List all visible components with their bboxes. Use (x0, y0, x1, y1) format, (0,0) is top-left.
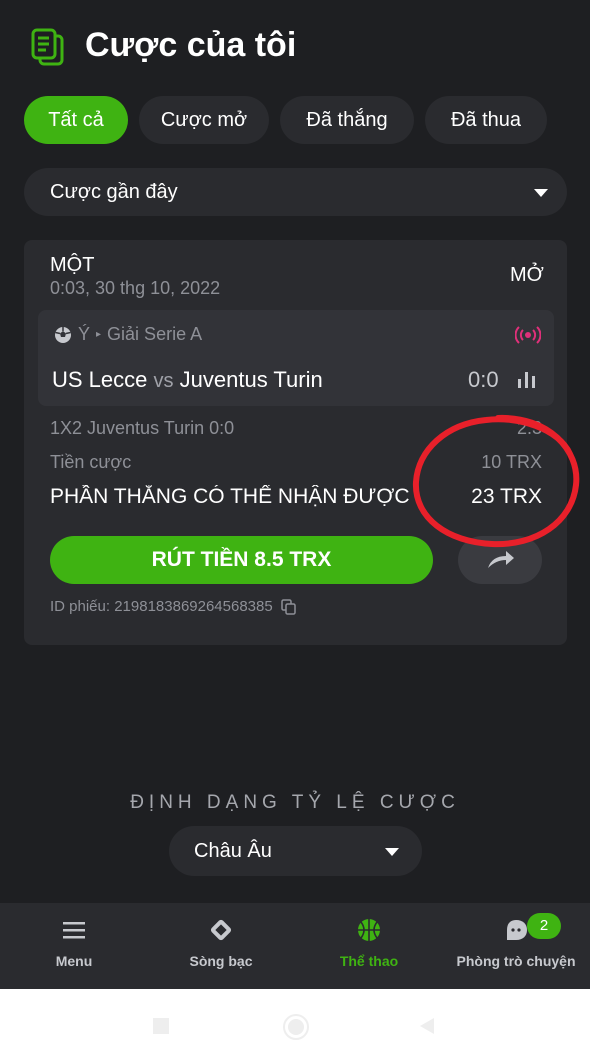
odds-format-title: ĐỊNH DẠNG TỶ LỆ CƯỢC (130, 792, 460, 813)
cashout-button[interactable]: RÚT TIỀN 8.5 TRX (50, 536, 433, 584)
tab-open-bets[interactable]: Cược mở (139, 96, 269, 144)
recent-apps-icon[interactable] (150, 1015, 172, 1037)
ticket-id: ID phiếu: 2198183869264568385 (50, 598, 273, 615)
caret-down-icon (385, 848, 399, 856)
nav-menu[interactable]: Menu (0, 917, 148, 969)
vs-label: vs (153, 370, 174, 392)
caret-down-icon (534, 189, 548, 197)
bet-datetime: 0:03, 30 thg 10, 2022 (50, 278, 221, 298)
nav-sports[interactable]: Thể thao (295, 917, 443, 969)
nav-label: Sòng bạc (189, 953, 253, 969)
match-score: 0:0 (468, 367, 499, 392)
league-name: Giải Serie A (107, 324, 203, 344)
tab-all[interactable]: Tất cả (24, 96, 128, 144)
document-icon (31, 28, 64, 66)
selection-label: 1X2 Juventus Turin 0:0 (50, 418, 235, 438)
dropdown-label: Cược gần đây (50, 181, 178, 203)
league-row: Ý ▸ Giải Serie A (54, 324, 202, 345)
home-team: US Lecce (52, 367, 148, 392)
live-broadcast-icon (515, 326, 541, 344)
system-nav-bar (0, 989, 590, 1060)
away-team: Juventus Turin (179, 367, 323, 392)
stats-bars-icon[interactable] (517, 370, 537, 388)
tab-won[interactable]: Đã thắng (280, 96, 414, 144)
basketball-icon (358, 919, 380, 941)
odds-format-value: Châu Âu (194, 840, 272, 862)
stake-label: Tiền cược (50, 452, 132, 472)
copy-icon[interactable] (280, 598, 297, 615)
nav-chat[interactable]: Phòng trò chuyện (442, 917, 590, 969)
nav-label: Menu (55, 953, 93, 969)
recent-bets-dropdown[interactable]: Cược gần đây (24, 168, 567, 216)
chat-badge: 2 (527, 913, 561, 939)
league-country: Ý (78, 324, 91, 344)
casino-icon (210, 919, 232, 941)
home-icon[interactable] (282, 1013, 310, 1041)
nav-label: Phòng trò chuyện (456, 953, 576, 969)
bet-type: MỘT (50, 254, 95, 276)
chevron-right-icon: ▸ (96, 329, 102, 340)
bet-status: MỞ (510, 264, 544, 286)
menu-icon (63, 922, 85, 939)
match-teams: US Lecce vs Juventus Turin (52, 367, 323, 393)
ticket-id-row: ID phiếu: 2198183869264568385 (50, 598, 297, 615)
nav-label: Thể thao (339, 953, 399, 969)
back-icon[interactable] (416, 1015, 438, 1037)
chat-icon (507, 920, 527, 940)
highlight-circle (412, 414, 580, 548)
soccer-ball-icon (55, 326, 71, 343)
tab-lost[interactable]: Đã thua (425, 96, 547, 144)
odds-format-select[interactable]: Châu Âu (169, 826, 422, 876)
nav-casino[interactable]: Sòng bạc (147, 917, 295, 969)
potential-win-label: PHẦN THẮNG CÓ THỂ NHẬN ĐƯỢC (50, 485, 410, 508)
page-title: Cược của tôi (85, 26, 297, 64)
